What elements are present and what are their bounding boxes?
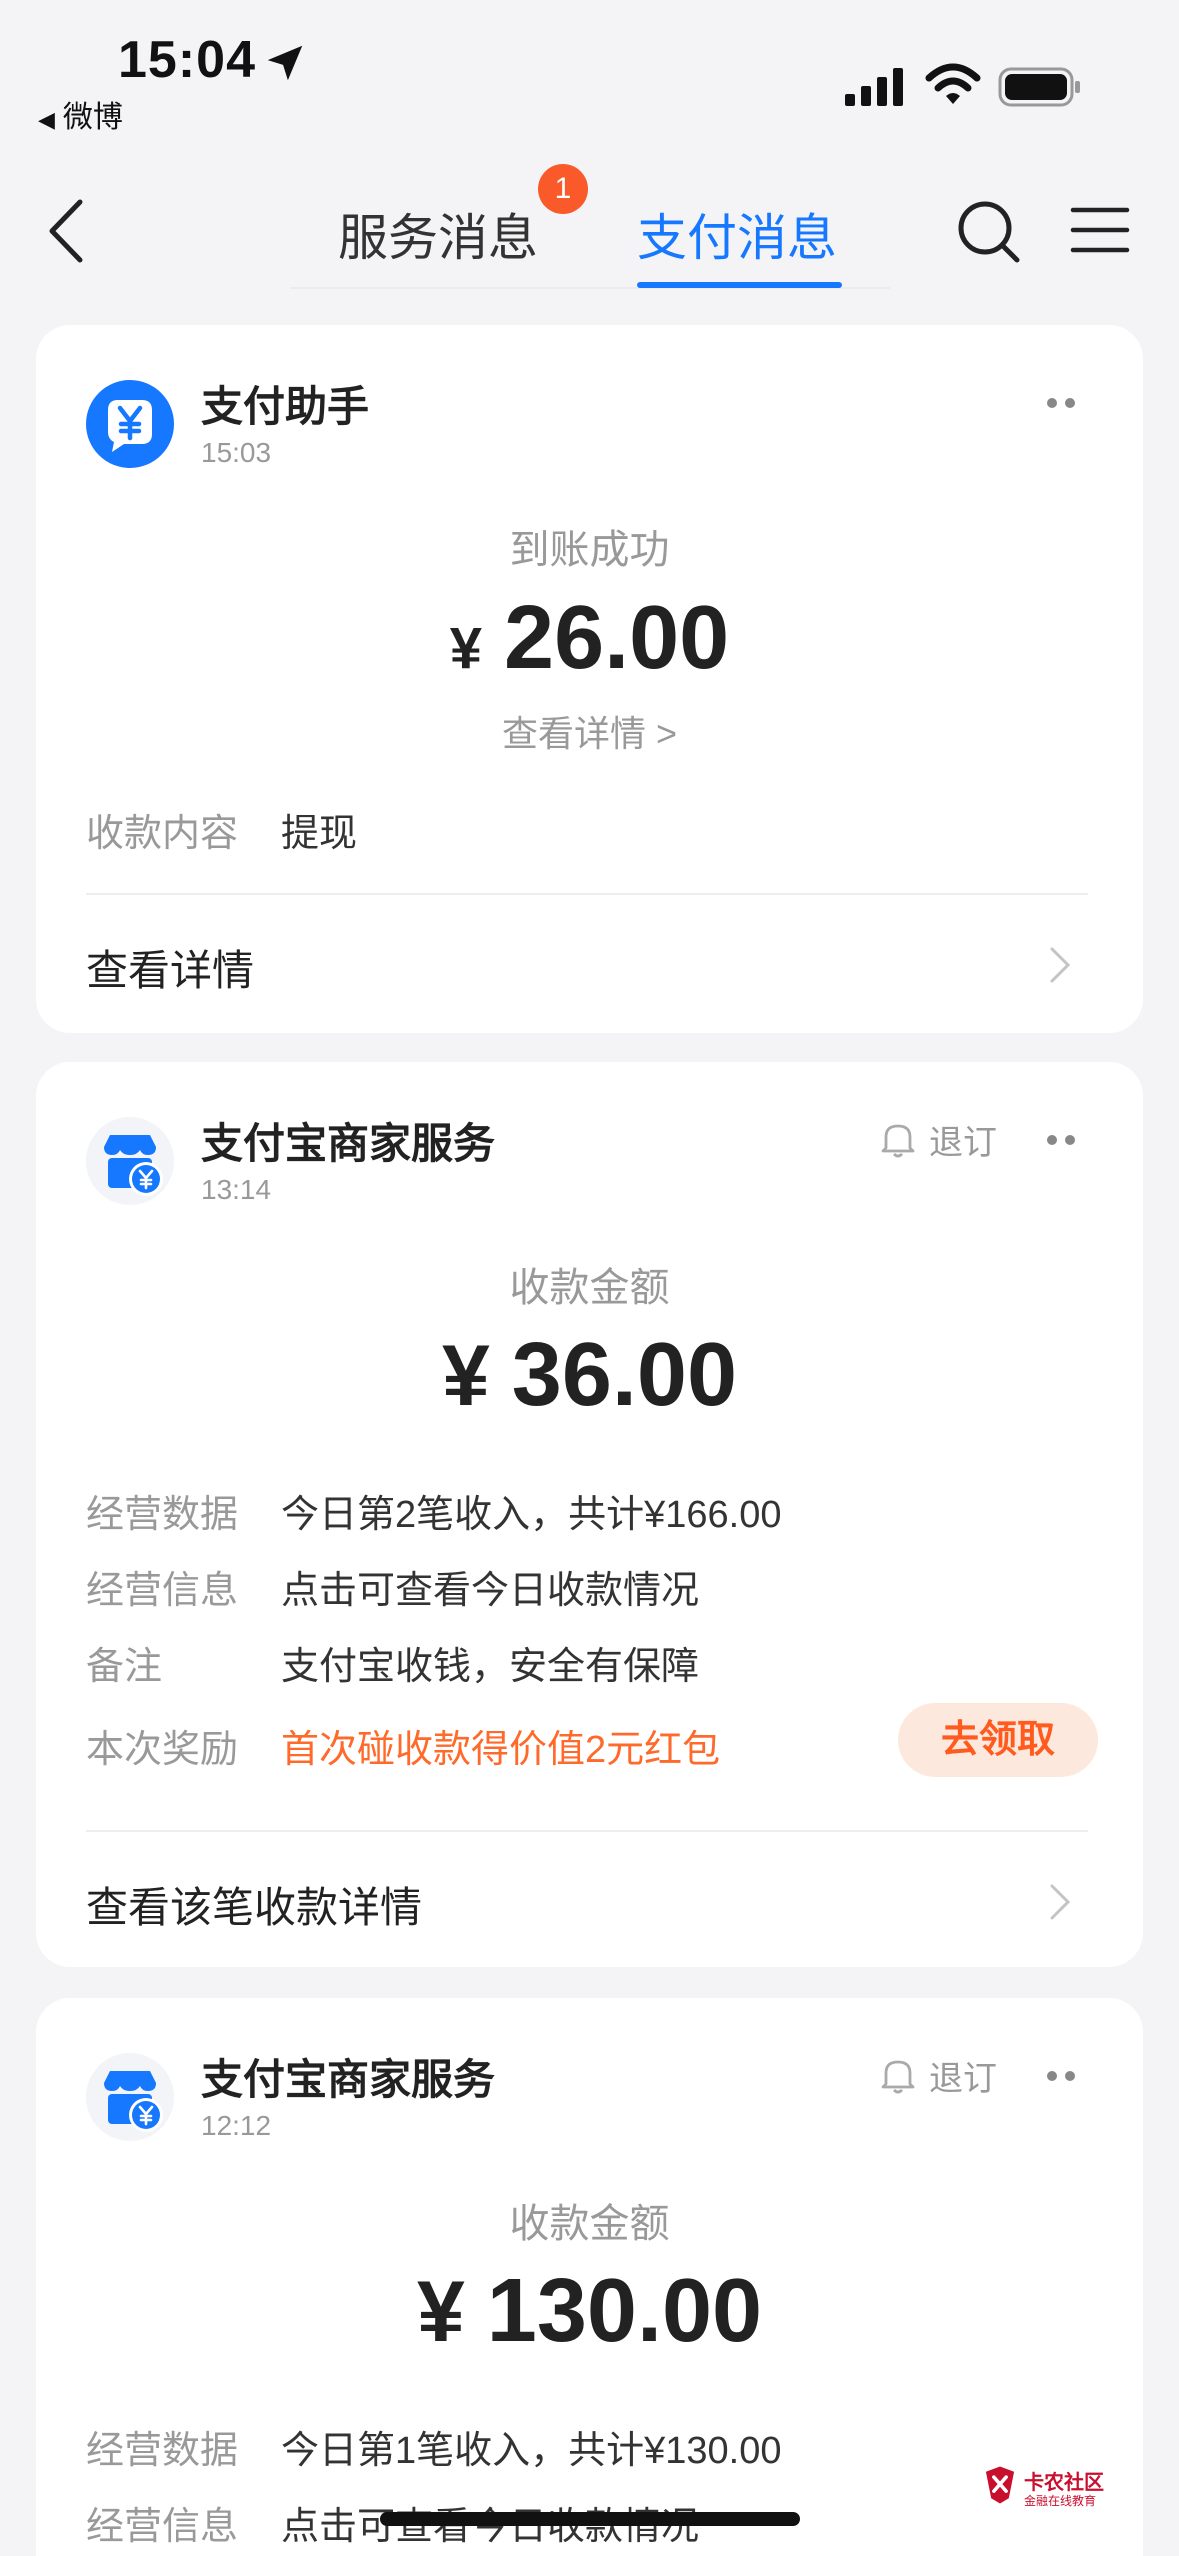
menu-icon[interactable]: [1070, 206, 1130, 254]
home-indicator[interactable]: [380, 2512, 800, 2526]
amount: ¥26.00: [36, 587, 1143, 690]
currency-symbol: ¥: [416, 2264, 465, 2360]
back-chevron-icon[interactable]: [44, 198, 88, 264]
row-label: 经营信息: [86, 2506, 239, 2548]
amount: ¥36.00: [36, 1324, 1143, 1427]
currency-symbol: ¥: [449, 616, 483, 681]
bell-icon: [881, 1124, 915, 1158]
nav-bar: 服务消息 1 支付消息: [0, 160, 1179, 290]
unsubscribe-button[interactable]: 退订: [929, 1115, 997, 1164]
currency-symbol: ¥: [441, 1328, 490, 1424]
view-details-footer[interactable]: 查看详情: [86, 937, 254, 998]
kanong-logo-icon: [985, 2466, 1015, 2504]
amount-value: 36.00: [511, 1325, 738, 1425]
message-time: 13:14: [201, 1174, 272, 1205]
amount-value: 26.00: [504, 588, 730, 688]
divider: [86, 1830, 1088, 1832]
row-value: 支付宝收钱，安全有保障: [281, 1646, 700, 1688]
row-value: 今日第1笔收入，共计¥130.00: [281, 2430, 782, 2472]
battery-icon: [998, 67, 1080, 107]
tab-service-messages[interactable]: 服务消息: [338, 198, 538, 270]
merchant-store-icon: [86, 1117, 174, 1205]
row-label: 备注: [86, 1646, 163, 1688]
reward-value: 首次碰收款得价值2元红包: [281, 1729, 721, 1771]
message-card-merchant-service[interactable]: 支付宝商家服务 12:12 退订 收款金额 ¥130.00 经营数据 今日第1笔…: [36, 1998, 1143, 2556]
message-card-payment-assistant[interactable]: 支付助手 15:03 到账成功 ¥26.00 查看详情 > 收款内容 提现 查看…: [36, 325, 1143, 1033]
unsubscribe-button[interactable]: 退订: [929, 2051, 997, 2100]
more-options-icon[interactable]: [1042, 395, 1082, 411]
amount-value: 130.00: [486, 2261, 763, 2361]
row-label: 经营信息: [86, 1570, 239, 1612]
row-label: 经营数据: [86, 2430, 239, 2472]
back-app-label: 微博: [62, 101, 123, 134]
tab-payment-messages[interactable]: 支付消息: [637, 198, 837, 270]
chevron-right-icon: [1050, 947, 1071, 983]
sender-name: 支付宝商家服务: [201, 2056, 496, 2103]
row-value[interactable]: 点击可查看今日收款情况: [281, 1559, 699, 1614]
claim-reward-button[interactable]: 去领取: [898, 1703, 1098, 1777]
back-triangle-icon: ◀: [38, 107, 55, 132]
message-title: 到账成功: [509, 528, 670, 572]
merchant-store-icon: [86, 2053, 174, 2141]
row-label: 经营数据: [86, 1494, 239, 1536]
more-options-icon[interactable]: [1042, 2068, 1082, 2084]
sender-name: 支付宝商家服务: [201, 1120, 496, 1167]
cellular-signal-icon: [845, 68, 903, 106]
wifi-icon: [925, 63, 981, 104]
watermark-title: 卡农社区: [1024, 2472, 1104, 2494]
search-icon[interactable]: [955, 198, 1021, 264]
row-label: 本次奖励: [86, 1729, 239, 1771]
message-card-merchant-service[interactable]: 支付宝商家服务 13:14 退订 收款金额 ¥36.00 经营数据 今日第2笔收…: [36, 1062, 1143, 1967]
watermark-subtitle: 金融在线教育: [1024, 2494, 1097, 2508]
view-payment-details-footer[interactable]: 查看该笔收款详情: [86, 1874, 422, 1935]
message-time: 12:12: [201, 2110, 272, 2141]
status-time: 15:04: [118, 31, 256, 89]
amount: ¥130.00: [36, 2260, 1143, 2363]
payment-assistant-avatar-icon: [86, 380, 174, 468]
unread-badge: 1: [538, 164, 588, 214]
row-value: 提现: [281, 813, 358, 855]
divider: [86, 893, 1088, 895]
row-value: 今日第2笔收入，共计¥166.00: [281, 1494, 782, 1536]
chevron-right-icon: [1050, 1884, 1071, 1920]
message-title: 收款金额: [509, 1266, 670, 1310]
more-options-icon[interactable]: [1042, 1132, 1082, 1148]
view-details-link[interactable]: 查看详情 >: [36, 705, 1143, 757]
message-title: 收款金额: [509, 2202, 670, 2246]
bell-icon: [881, 2060, 915, 2094]
location-arrow-icon: [267, 45, 303, 81]
back-to-app[interactable]: ◀ 微博: [38, 92, 123, 136]
status-bar: 15:04 ◀ 微博: [0, 0, 1179, 150]
active-tab-underline: [637, 282, 842, 288]
message-time: 15:03: [201, 437, 272, 468]
sender-name: 支付助手: [201, 383, 370, 430]
row-label: 收款内容: [86, 813, 239, 855]
